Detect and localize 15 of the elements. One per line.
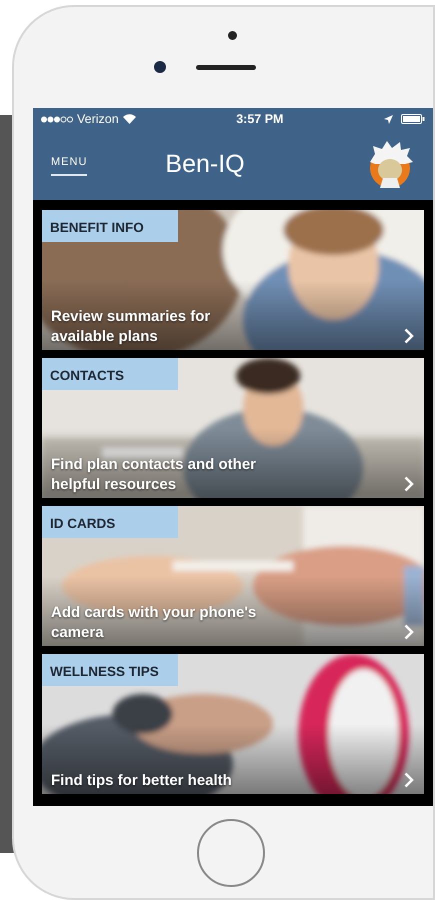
tile-label: WELLNESS TIPS [42, 654, 178, 686]
tile-label: BENEFIT INFO [42, 210, 178, 242]
menu-tile[interactable]: CONTACTS Find plan contacts and other helpful resources [42, 358, 424, 498]
tile-description: Review summaries for available plans [51, 307, 212, 346]
menu-tile[interactable]: ID CARDS Add cards with your phone's camera [42, 506, 424, 646]
tile-description: Find plan contacts and other helpful resources [51, 455, 258, 494]
menu-link[interactable]: MENU [51, 154, 88, 176]
tile-label: CONTACTS [42, 358, 178, 390]
tile-description: Add cards with your phone's camera [51, 603, 258, 642]
menu-tile[interactable]: WELLNESS TIPS Find tips for better health [42, 654, 424, 794]
tile-label: ID CARDS [42, 506, 178, 538]
carrier-name: Verizon [77, 110, 119, 128]
app-title: Ben-IQ [165, 149, 245, 180]
tile-description: Find tips for better health [51, 770, 232, 790]
status-time: 3:57 PM [236, 110, 284, 128]
